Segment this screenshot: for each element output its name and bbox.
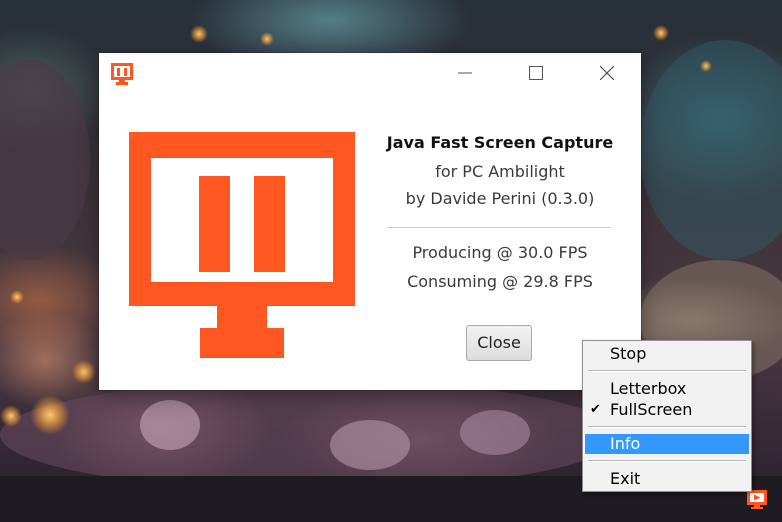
minimize-icon [458, 72, 472, 74]
app-name: Java Fast Screen Capture [386, 133, 614, 152]
tray-context-menu: Stop Letterbox ✔ FullScreen Info Exit [582, 340, 752, 492]
app-subtitle: for PC Ambilight [435, 162, 565, 181]
menu-separator [588, 426, 746, 428]
app-logo-icon [129, 132, 355, 358]
menu-item-info[interactable]: Info [585, 434, 749, 454]
minimize-button[interactable] [442, 53, 488, 93]
author-version: by Davide Perini (0.3.0) [405, 189, 595, 208]
producing-fps: Producing @ 30.0 FPS [412, 243, 588, 262]
menu-separator [588, 370, 746, 372]
menu-item-stop[interactable]: Stop [585, 344, 749, 364]
title-bar[interactable] [99, 53, 641, 93]
menu-separator [588, 460, 746, 462]
menu-item-label: Stop [610, 344, 647, 363]
maximize-icon [529, 66, 543, 80]
menu-item-letterbox[interactable]: Letterbox [585, 379, 749, 399]
divider [387, 227, 611, 228]
about-dialog: Java Fast Screen Capture for PC Ambiligh… [99, 53, 641, 390]
close-window-button[interactable] [584, 53, 630, 93]
app-logo-icon [111, 63, 133, 85]
close-icon [600, 66, 614, 80]
menu-item-label: Exit [610, 469, 641, 488]
menu-item-label: Info [610, 434, 641, 453]
menu-item-label: FullScreen [610, 400, 693, 419]
menu-item-label: Letterbox [610, 379, 687, 398]
checkmark-icon: ✔ [590, 402, 601, 417]
consuming-fps: Consuming @ 29.8 FPS [407, 272, 593, 291]
menu-item-fullscreen[interactable]: ✔ FullScreen [585, 400, 749, 420]
close-button[interactable]: Close [466, 325, 532, 361]
menu-item-exit[interactable]: Exit [585, 469, 749, 489]
maximize-button[interactable] [513, 53, 559, 93]
